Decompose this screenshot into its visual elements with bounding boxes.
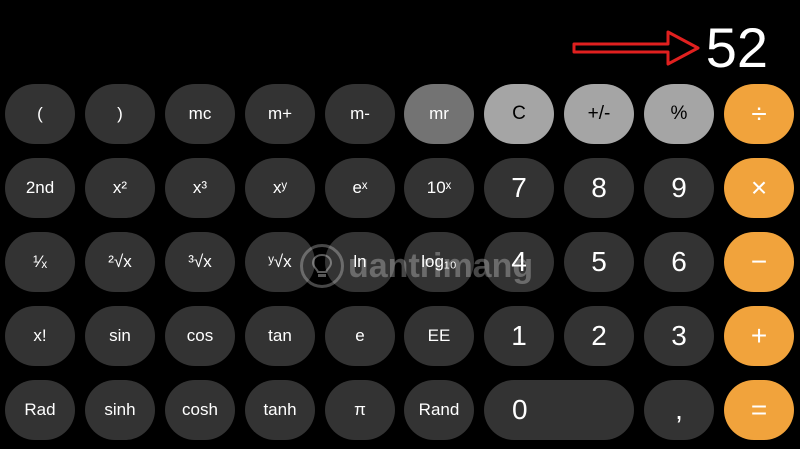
memory-add-button[interactable]: m+ — [245, 84, 315, 144]
digit-7-button[interactable]: 7 — [484, 158, 554, 218]
digit-2-button[interactable]: 2 — [564, 306, 634, 366]
square-root-button[interactable]: ²√x — [85, 232, 155, 292]
digit-8-button[interactable]: 8 — [564, 158, 634, 218]
cosh-button[interactable]: cosh — [165, 380, 235, 440]
digit-9-button[interactable]: 9 — [644, 158, 714, 218]
multiply-button[interactable]: × — [724, 158, 794, 218]
sinh-button[interactable]: sinh — [85, 380, 155, 440]
ten-power-button[interactable]: 10ˣ — [404, 158, 474, 218]
ee-button[interactable]: EE — [404, 306, 474, 366]
log10-button[interactable]: log₁₀ — [404, 232, 474, 292]
subtract-button[interactable]: − — [724, 232, 794, 292]
percent-button[interactable]: % — [644, 84, 714, 144]
euler-button[interactable]: e — [325, 306, 395, 366]
red-arrow-right-icon — [572, 30, 700, 66]
memory-recall-button[interactable]: mr — [404, 84, 474, 144]
ln-button[interactable]: ln — [325, 232, 395, 292]
pi-button[interactable]: π — [325, 380, 395, 440]
factorial-button[interactable]: x! — [5, 306, 75, 366]
memory-subtract-button[interactable]: m- — [325, 84, 395, 144]
exp-button[interactable]: eˣ — [325, 158, 395, 218]
digit-6-button[interactable]: 6 — [644, 232, 714, 292]
cube-root-button[interactable]: ³√x — [165, 232, 235, 292]
second-function-button[interactable]: 2nd — [5, 158, 75, 218]
digit-0-button[interactable]: 0 — [484, 380, 634, 440]
reciprocal-button[interactable]: ¹⁄ₓ — [5, 232, 75, 292]
add-button[interactable]: + — [724, 306, 794, 366]
memory-clear-button[interactable]: mc — [165, 84, 235, 144]
decimal-separator-button[interactable]: , — [644, 380, 714, 440]
tanh-button[interactable]: tanh — [245, 380, 315, 440]
sign-toggle-button[interactable]: +/- — [564, 84, 634, 144]
clear-button[interactable]: C — [484, 84, 554, 144]
rad-button[interactable]: Rad — [5, 380, 75, 440]
digit-1-button[interactable]: 1 — [484, 306, 554, 366]
equals-button[interactable]: = — [724, 380, 794, 440]
cos-button[interactable]: cos — [165, 306, 235, 366]
divide-button[interactable]: ÷ — [724, 84, 794, 144]
digit-3-button[interactable]: 3 — [644, 306, 714, 366]
nth-root-button[interactable]: ʸ√x — [245, 232, 315, 292]
sin-button[interactable]: sin — [85, 306, 155, 366]
open-paren-button[interactable]: ( — [5, 84, 75, 144]
power-button[interactable]: xʸ — [245, 158, 315, 218]
result-display: 52 — [705, 16, 768, 79]
cube-button[interactable]: x³ — [165, 158, 235, 218]
square-button[interactable]: x² — [85, 158, 155, 218]
keypad: ( ) mc m+ m- mr C +/- % ÷ 2nd x² x³ xʸ e… — [5, 84, 795, 444]
digit-4-button[interactable]: 4 — [484, 232, 554, 292]
digit-5-button[interactable]: 5 — [564, 232, 634, 292]
tan-button[interactable]: tan — [245, 306, 315, 366]
rand-button[interactable]: Rand — [404, 380, 474, 440]
close-paren-button[interactable]: ) — [85, 84, 155, 144]
